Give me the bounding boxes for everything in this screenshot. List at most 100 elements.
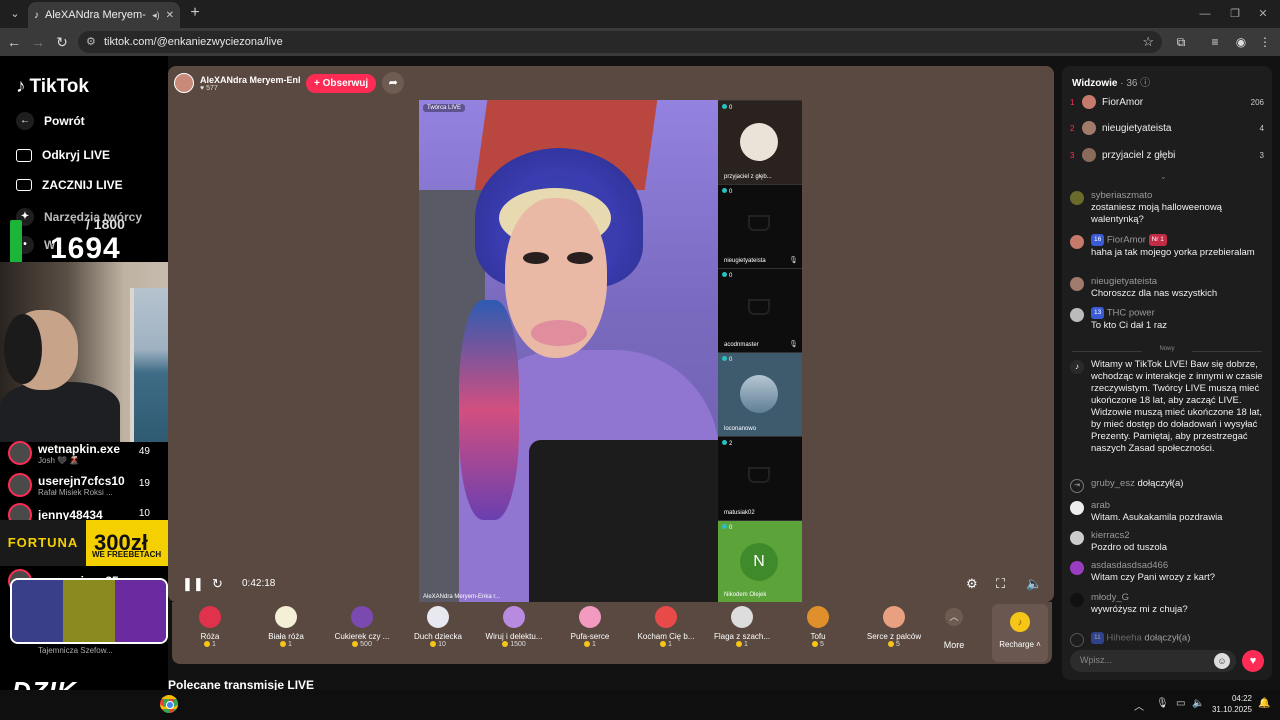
recharge-button[interactable]: ♪ Recharge ˄: [992, 604, 1048, 662]
gift-icon: [807, 606, 829, 628]
coin-icon: [812, 641, 819, 648]
chat-username[interactable]: młody_G: [1091, 592, 1266, 604]
top-viewer-row[interactable]: 2 nieugietyateista 4: [1070, 118, 1264, 138]
tiktok-logo[interactable]: ♪ TikTok: [16, 76, 89, 98]
guest-name: matusiak02: [724, 510, 755, 516]
browser-menu-icon[interactable]: ⋮: [1256, 33, 1274, 51]
bookmark-star-icon[interactable]: ☆: [1142, 34, 1154, 50]
microphone-icon[interactable]: 🎙: [1156, 698, 1169, 709]
coin-icon: ♪: [1010, 612, 1030, 632]
gift-item[interactable]: Róża 1: [172, 606, 248, 662]
back-icon[interactable]: ←: [4, 32, 24, 52]
back-link[interactable]: ← Powrót: [16, 112, 85, 130]
chat-username[interactable]: syberiaszmato: [1091, 190, 1266, 202]
level-badge: 16: [1091, 234, 1105, 246]
fullscreen-icon[interactable]: ⛶: [996, 576, 1005, 592]
creator-live-tag: Twórca LIVE: [423, 104, 466, 112]
gift-item[interactable]: Kocham Cię b... 1: [628, 606, 704, 662]
reload-icon[interactable]: ↻: [52, 32, 72, 52]
chat-message: arab Witam. Asukakamila pozdrawia: [1070, 500, 1266, 524]
expand-chevron-icon[interactable]: ⌄: [1160, 172, 1167, 181]
guest-tile[interactable]: 0 acodnmaster 🎙: [718, 268, 802, 352]
gift-item[interactable]: Duch dziecka 10: [400, 606, 476, 662]
chat-text: Witam czy Pani wrozy z kart?: [1091, 572, 1216, 583]
sidebar-item-discover-live[interactable]: Odkryj LIVE: [16, 148, 110, 162]
share-icon[interactable]: ➦: [382, 72, 405, 94]
chat-username[interactable]: gruby_esz: [1091, 478, 1135, 489]
list-item[interactable]: userejn7cfcs10 Rafał Misiek Roksi ... 19: [8, 470, 158, 500]
clock[interactable]: 04:22 31.10.2025: [1208, 693, 1252, 715]
guest-tile[interactable]: 0 przyjaciel z głęb...: [718, 100, 802, 184]
chat-input[interactable]: Wpisz...: [1070, 650, 1236, 672]
url-field[interactable]: ⚙ tiktok.com/@enkaniezwyciezona/live ☆: [78, 31, 1162, 53]
chat-username[interactable]: FiorAmor: [1107, 235, 1146, 246]
new-tab-icon[interactable]: +: [186, 4, 204, 22]
tab-search-icon[interactable]: ⌄: [6, 5, 24, 23]
site-info-icon[interactable]: ⚙: [86, 35, 96, 48]
media-control-icon[interactable]: ≡: [1206, 33, 1224, 51]
extensions-icon[interactable]: ⧉: [1172, 33, 1190, 51]
chrome-icon[interactable]: [160, 695, 178, 713]
list-item[interactable]: Tajemnicza Szefow...: [8, 642, 158, 658]
chat-username[interactable]: arab: [1091, 500, 1266, 512]
chat-username[interactable]: THC power: [1107, 308, 1155, 319]
chat-username[interactable]: asdasdasdsad466: [1091, 560, 1266, 572]
follow-button[interactable]: + Obserwuj: [306, 73, 377, 93]
settings-icon[interactable]: ⚙: [966, 576, 978, 592]
top-viewer-row[interactable]: 3 przyjaciel z głębi 3: [1070, 145, 1264, 165]
minimize-icon[interactable]: —: [1196, 5, 1214, 23]
guest-tile[interactable]: 0 N Nikodem Olejek: [718, 520, 802, 602]
chat-username[interactable]: kierracs2: [1091, 530, 1266, 542]
volume-icon[interactable]: 🔈: [1026, 576, 1042, 592]
live-video[interactable]: Twórca LIVE AleXANdra Meryem-Enka r...: [419, 100, 718, 602]
browser-tab[interactable]: ♪ AleXANdra Meryem-Enka ◂) ✕: [28, 2, 180, 28]
guest-tile[interactable]: 0 loconanowo: [718, 352, 802, 436]
like-heart-button[interactable]: ♥: [1242, 650, 1264, 672]
notification-icon[interactable]: 🔔: [1258, 698, 1270, 709]
forward-icon[interactable]: →: [28, 32, 48, 52]
video-eye: [523, 252, 549, 264]
tab-close-icon[interactable]: ✕: [166, 10, 174, 21]
list-item-count: 49: [138, 446, 150, 457]
gifts-more-button[interactable]: ︿ More: [934, 608, 974, 650]
gift-item[interactable]: Pufa-serce 1: [552, 606, 628, 662]
avatar: [8, 441, 32, 465]
pause-icon[interactable]: ❚❚: [182, 576, 204, 592]
rank: 2: [1070, 123, 1075, 133]
gift-icon: [731, 606, 753, 628]
gift-item[interactable]: Biała róża 1: [248, 606, 324, 662]
chat-username[interactable]: nieugietyateista: [1091, 276, 1266, 288]
guest-tile[interactable]: 0 nieugietyateista 🎙: [718, 184, 802, 268]
network-icon[interactable]: ▭: [1176, 698, 1185, 709]
avatar: [1082, 121, 1096, 135]
gift-price-value: 5: [820, 641, 824, 648]
refresh-icon[interactable]: ↻: [212, 576, 223, 592]
host-avatar[interactable]: [174, 73, 194, 93]
gift-item[interactable]: Serce z palców 5: [856, 606, 932, 662]
tray-chevron-icon[interactable]: ︿: [1134, 698, 1144, 713]
info-icon[interactable]: ⓘ: [1140, 78, 1150, 89]
gift-item[interactable]: Flaga z szach... 1: [704, 606, 780, 662]
guest-tile[interactable]: 2 matusiak02: [718, 436, 802, 520]
gift-item[interactable]: Wiruj i delektu... 1500: [476, 606, 552, 662]
host-name[interactable]: AleXANdra Meryem-Enk...: [200, 75, 300, 85]
gift-item[interactable]: Cukierek czy ... 500: [324, 606, 400, 662]
top-viewer-row[interactable]: 1 FiorAmor 206: [1070, 92, 1264, 112]
coin-icon: [430, 641, 437, 648]
chat-message: kierracs2 Pozdro od tuszola: [1070, 530, 1266, 554]
audio-icon[interactable]: ◂): [152, 10, 160, 21]
video-eye: [567, 252, 593, 264]
profile-icon[interactable]: ◉: [1232, 33, 1250, 51]
restore-icon[interactable]: ❐: [1226, 5, 1244, 23]
clock-time: 04:22: [1231, 694, 1252, 703]
emoji-icon[interactable]: ☺: [1214, 653, 1230, 669]
host-likes-count: 577: [206, 84, 218, 92]
gift-name: Duch dziecka: [413, 632, 463, 641]
camera-off-icon: [748, 215, 770, 231]
list-item[interactable]: wetnapkin.exe Josh 🖤 🌋 49: [8, 438, 158, 468]
close-window-icon[interactable]: ✕: [1254, 5, 1272, 23]
gift-item[interactable]: Tofu 5: [780, 606, 856, 662]
speaker-icon[interactable]: 🔈: [1192, 698, 1204, 709]
sidebar-item-start-live[interactable]: ZACZNIJ LIVE: [16, 178, 123, 192]
chat-username[interactable]: Hiheeha: [1106, 633, 1141, 644]
